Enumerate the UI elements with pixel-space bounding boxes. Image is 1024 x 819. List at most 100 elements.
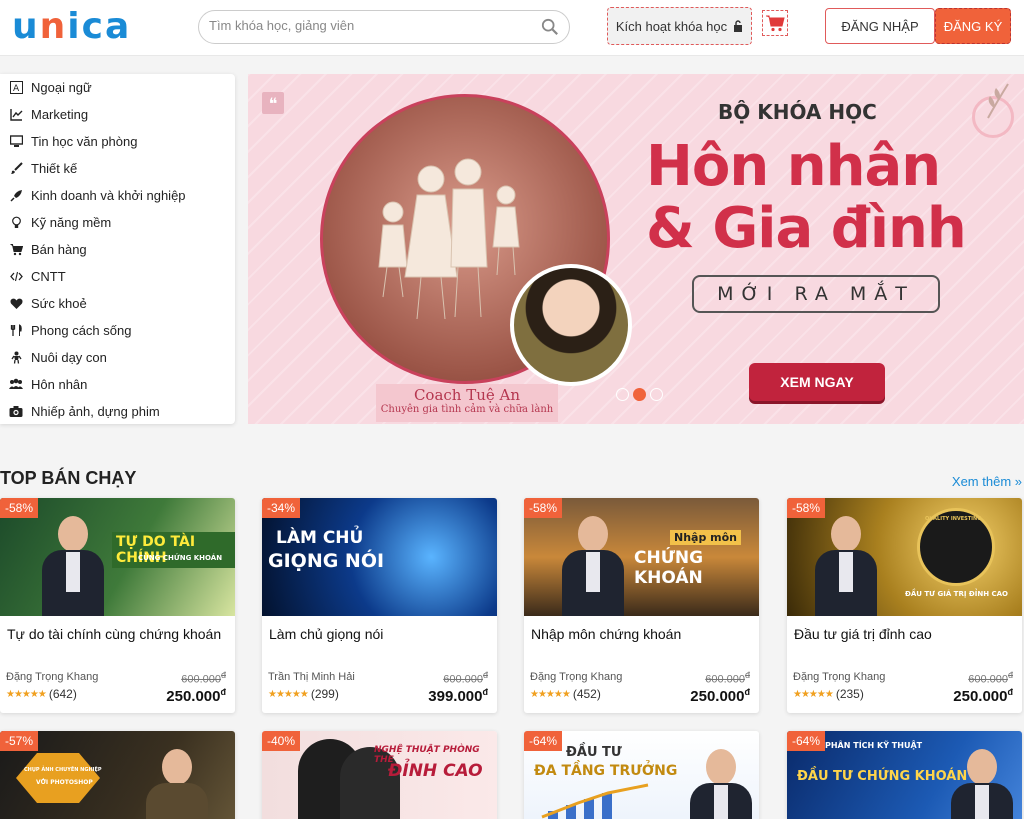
course-title[interactable]: Làm chủ giọng nói: [269, 626, 383, 642]
cart-icon: [9, 243, 23, 257]
unica-logo[interactable]: unica: [12, 6, 131, 47]
instructor-image: [945, 749, 1019, 819]
search-input[interactable]: [209, 18, 529, 33]
discount-badge: -58%: [524, 498, 563, 518]
coach-portrait: [510, 264, 632, 386]
course-rating: ★★★★★ (235): [793, 687, 864, 701]
course-card[interactable]: PHÂN TÍCH KỸ THUẬT ĐẦU TƯ CHỨNG KHOÁN -6…: [787, 731, 1022, 819]
lock-icon: [734, 20, 743, 32]
sidebar-item-cntt[interactable]: CNTT: [0, 263, 235, 290]
sidebar-item-label: CNTT: [31, 269, 66, 284]
course-thumbnail: CHỤP ẢNH CHUYÊN NGHIỆP VỚI PHOTOSHOP -57…: [0, 731, 235, 819]
slider-dot-2[interactable]: [633, 388, 646, 401]
sidebar-item-ky-nang-mem[interactable]: Kỹ năng mềm: [0, 209, 235, 236]
coach-name: Coach Tuệ An: [413, 386, 521, 404]
sidebar-item-nhiep-anh[interactable]: Nhiếp ảnh, dựng phim: [0, 398, 235, 425]
discount-badge: -64%: [524, 731, 563, 751]
instructor-image: [36, 516, 110, 616]
banner-title-line2: & Gia đình: [646, 196, 967, 261]
search-icon[interactable]: [541, 18, 559, 36]
course-thumbnail: LÀM CHỦ GIỌNG NÓI -34%: [262, 498, 497, 616]
course-thumbnail: PHÂN TÍCH KỸ THUẬT ĐẦU TƯ CHỨNG KHOÁN -6…: [787, 731, 1022, 819]
old-price: 600.000đ: [968, 670, 1013, 686]
camera-icon: [9, 405, 23, 419]
thumbnail-subtitle: CÙNG CHỨNG KHOÁN: [138, 554, 223, 562]
thumbnail-subtitle: ĐỈNH CAO: [388, 761, 483, 781]
rocket-icon: [9, 189, 23, 203]
banner-title-line1: Hôn nhân: [646, 134, 941, 199]
sidebar-item-phong-cach-song[interactable]: Phong cách sống: [0, 317, 235, 344]
discount-badge: -57%: [0, 731, 39, 751]
hero-banner[interactable]: ❝ Coach Tuệ An Chuyên gia tình cảm và ch…: [248, 74, 1024, 424]
heartbeat-icon: [9, 297, 23, 311]
thumbnail-title: PHÂN TÍCH KỸ THUẬT: [825, 741, 923, 750]
sidebar-item-hon-nhan[interactable]: Hôn nhân: [0, 371, 235, 398]
leaf-icon: [987, 83, 1009, 119]
course-thumbnail: QUALITY INVESTING ĐẦU TƯ GIÁ TRỊ ĐỈNH CA…: [787, 498, 1022, 616]
discount-badge: -40%: [262, 731, 301, 751]
course-price: 250.000đ: [953, 687, 1013, 705]
thumbnail-subtitle: ĐẦU TƯ CHỨNG KHOÁN: [797, 769, 968, 784]
course-author: Trần Thị Minh Hải: [268, 671, 355, 683]
course-title[interactable]: Tự do tài chính cùng chứng khoán: [7, 626, 221, 642]
sidebar-item-label: Phong cách sống: [31, 323, 132, 338]
course-rating: ★★★★★ (642): [6, 687, 77, 701]
thumbnail-subtitle: CHỨNG KHOÁN: [634, 548, 704, 588]
old-price: 600.000đ: [705, 670, 750, 686]
slider-dots: [616, 388, 663, 401]
course-title[interactable]: Đầu tư giá trị đỉnh cao: [794, 626, 932, 642]
banner-cta-button[interactable]: XEM NGAY: [749, 363, 885, 401]
course-thumbnail: ĐẦU TƯ ĐA TẦNG TRƯỞNG -64%: [524, 731, 759, 819]
course-rating: ★★★★★ (452): [530, 687, 601, 701]
quote-icon: ❝: [262, 92, 284, 114]
course-card[interactable]: NGHỆ THUẬT PHÒNG THE ĐỈNH CAO -40%: [262, 731, 497, 819]
child-icon: [9, 351, 23, 365]
users-icon: [9, 378, 23, 392]
thumbnail-subtitle: GIỌNG NÓI: [268, 550, 385, 572]
discount-badge: -58%: [787, 498, 826, 518]
sidebar-item-label: Tin học văn phòng: [31, 134, 138, 149]
sidebar-item-suc-khoe[interactable]: Sức khoẻ: [0, 290, 235, 317]
chart-line-icon: [9, 108, 23, 122]
course-thumbnail: TỰ DO TÀI CHÍNH CÙNG CHỨNG KHOÁN -58%: [0, 498, 235, 616]
course-price: 250.000đ: [690, 687, 750, 705]
old-price: 600.000đ: [181, 670, 226, 686]
course-card[interactable]: ĐẦU TƯ ĐA TẦNG TRƯỞNG -64%: [524, 731, 759, 819]
login-button[interactable]: ĐĂNG NHẬP: [825, 8, 935, 44]
instructor-image: [140, 749, 214, 819]
sidebar-item-tin-hoc[interactable]: Tin học văn phòng: [0, 128, 235, 155]
star-rating-icon: ★★★★★: [268, 688, 309, 700]
register-button[interactable]: ĐĂNG KÝ: [935, 8, 1011, 44]
course-price: 399.000đ: [428, 687, 488, 705]
sidebar-item-ngoai-ngu[interactable]: A Ngoại ngữ: [0, 74, 235, 101]
course-title[interactable]: Nhập môn chứng khoán: [531, 626, 681, 642]
thumbnail-title: ĐẦU TƯ GIÁ TRỊ ĐỈNH CAO: [905, 590, 1009, 598]
cart-button[interactable]: [762, 10, 788, 36]
slider-dot-1[interactable]: [616, 388, 629, 401]
course-card[interactable]: TỰ DO TÀI CHÍNH CÙNG CHỨNG KHOÁN -58% Tự…: [0, 498, 235, 713]
sidebar-item-ban-hang[interactable]: Bán hàng: [0, 236, 235, 263]
sidebar-item-marketing[interactable]: Marketing: [0, 101, 235, 128]
thumbnail-title: ĐẦU TƯ: [566, 745, 622, 760]
course-author: Đặng Trọng Khang: [6, 671, 99, 683]
brush-icon: [9, 162, 23, 176]
sidebar-item-nuoi-day-con[interactable]: Nuôi dạy con: [0, 344, 235, 371]
see-more-link[interactable]: Xem thêm »: [952, 474, 1022, 489]
utensils-icon: [9, 324, 23, 338]
thumbnail-title: LÀM CHỦ: [276, 528, 364, 548]
sidebar-item-label: Nhiếp ảnh, dựng phim: [31, 404, 160, 419]
activate-course-button[interactable]: Kích hoạt khóa học: [607, 7, 752, 45]
course-thumbnail: NGHỆ THUẬT PHÒNG THE ĐỈNH CAO -40%: [262, 731, 497, 819]
sidebar-item-thiet-ke[interactable]: Thiết kế: [0, 155, 235, 182]
course-rating: ★★★★★ (299): [268, 687, 339, 701]
course-card[interactable]: QUALITY INVESTING ĐẦU TƯ GIÁ TRỊ ĐỈNH CA…: [787, 498, 1022, 713]
instructor-image: [556, 516, 630, 616]
sidebar-item-kinh-doanh[interactable]: Kinh doanh và khởi nghiệp: [0, 182, 235, 209]
slider-dot-3[interactable]: [650, 388, 663, 401]
course-card[interactable]: LÀM CHỦ GIỌNG NÓI -34% Làm chủ giọng nói…: [262, 498, 497, 713]
course-card[interactable]: CHỤP ẢNH CHUYÊN NGHIỆP VỚI PHOTOSHOP -57…: [0, 731, 235, 819]
course-card[interactable]: Nhập môn CHỨNG KHOÁN -58% Nhập môn chứng…: [524, 498, 759, 713]
thumbnail-subtitle: QUALITY INVESTING: [925, 516, 982, 522]
monitor-icon: [9, 135, 23, 149]
course-price: 250.000đ: [166, 687, 226, 705]
